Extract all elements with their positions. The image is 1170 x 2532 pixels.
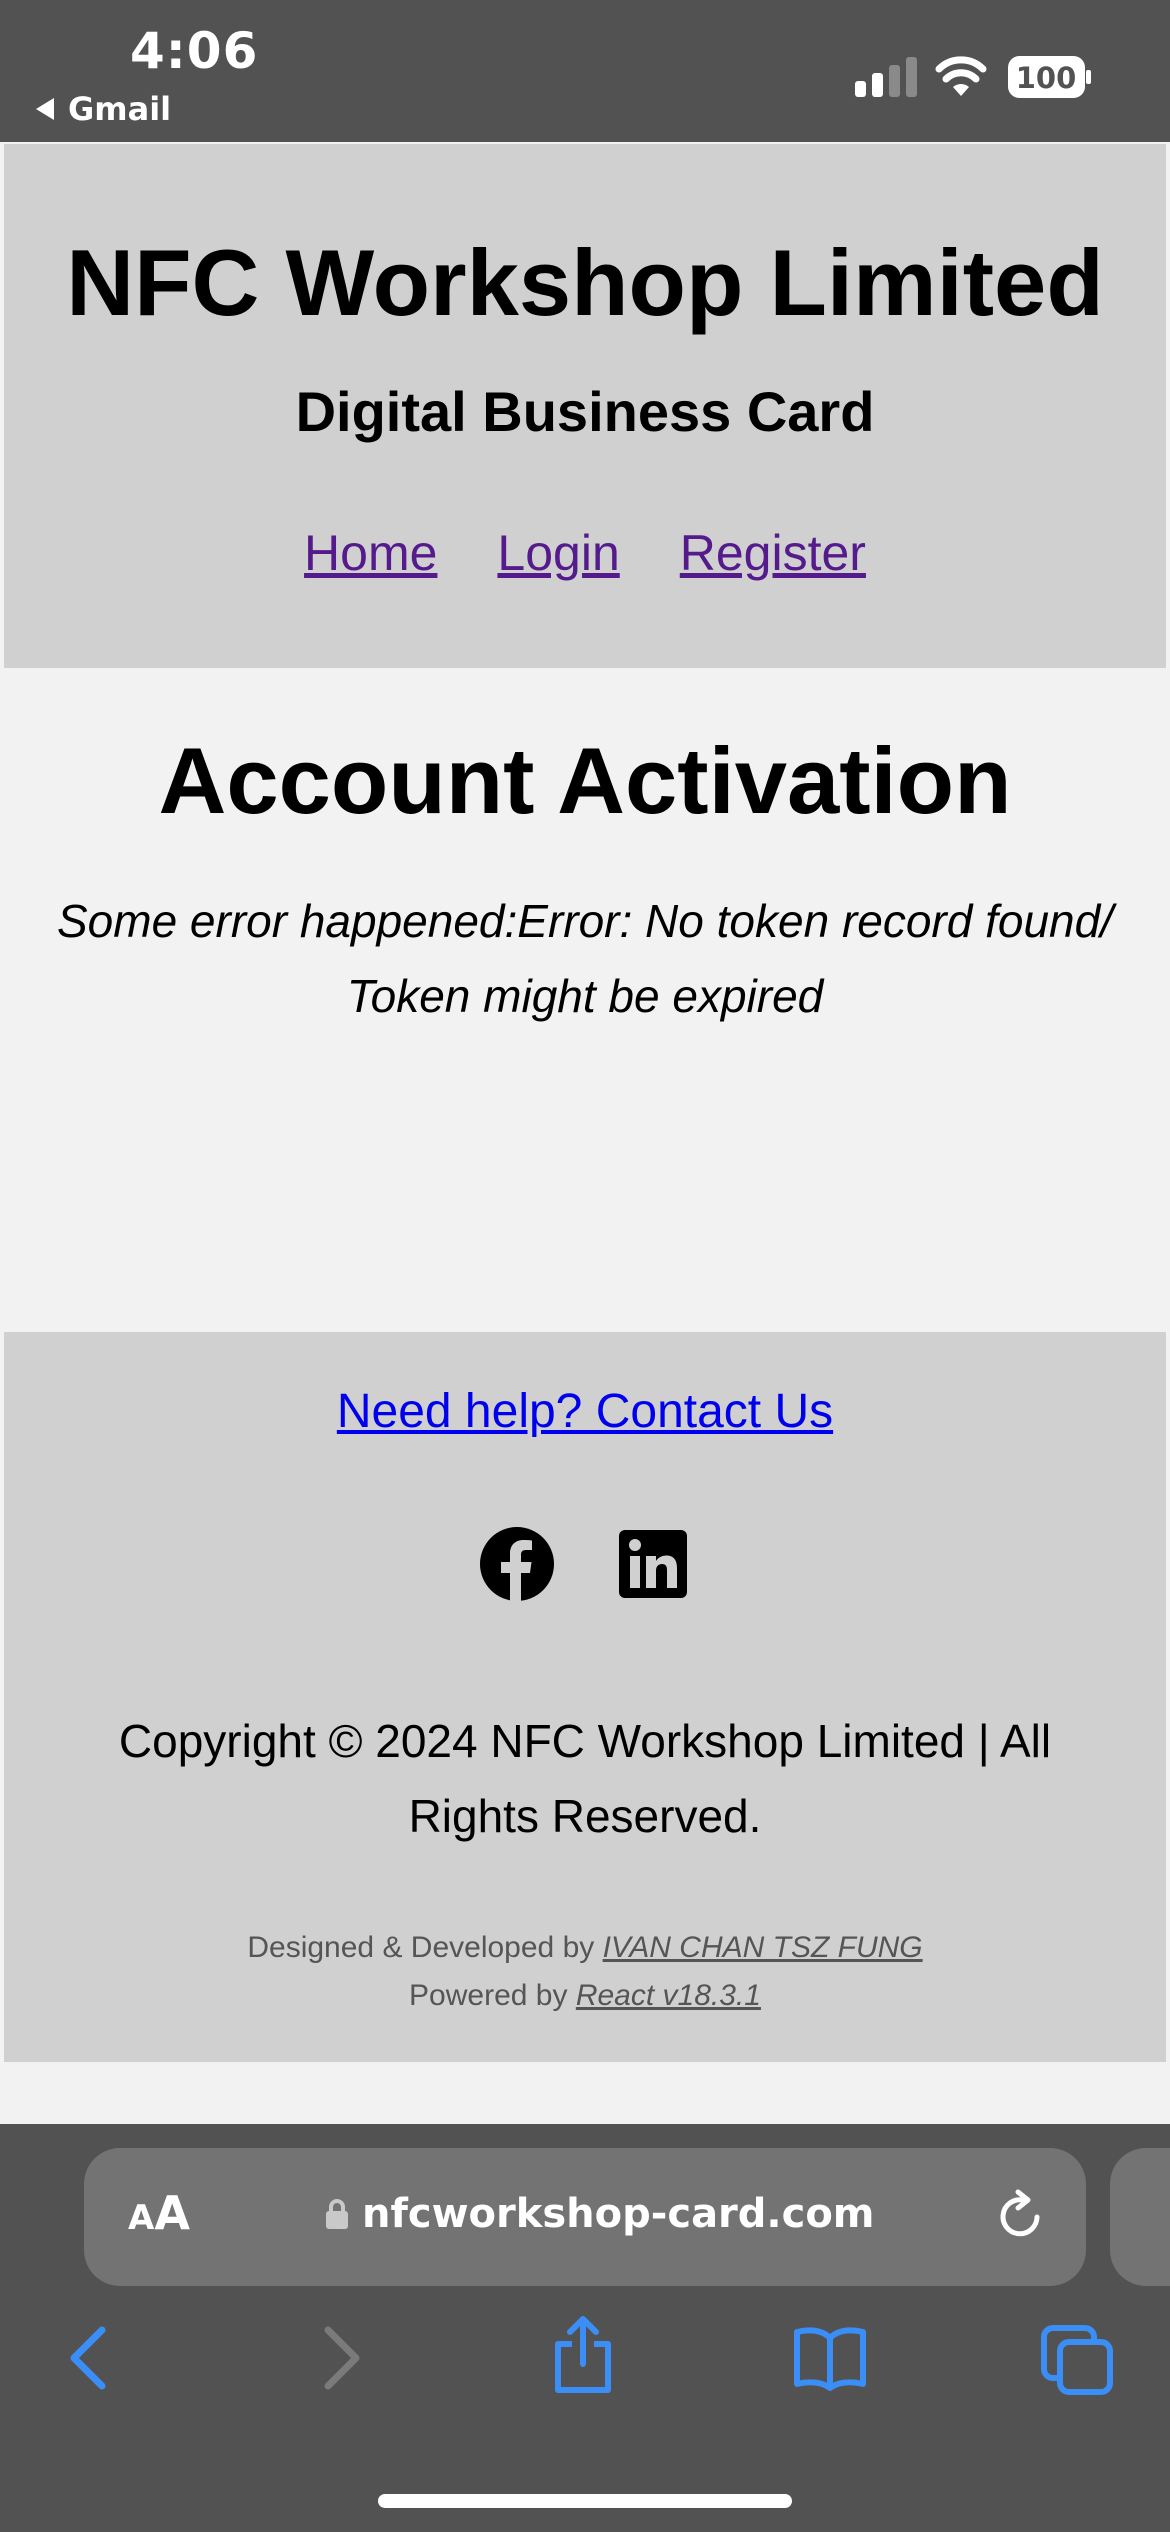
powered-by-line: Powered by React v18.3.1 [4,1972,1166,2020]
credits: Designed & Developed by IVAN CHAN TSZ FU… [4,1924,1166,2020]
url-display[interactable]: nfcworkshop-card.com [326,2194,874,2234]
tabs-icon[interactable] [1040,2324,1116,2396]
error-message: Some error happened:Error: No token reco… [56,895,1114,1022]
designed-by-line: Designed & Developed by IVAN CHAN TSZ FU… [4,1924,1166,1972]
text-size-button[interactable]: AA [128,2190,190,2236]
wifi-icon [935,56,987,96]
address-bar[interactable]: AA nfcworkshop-card.com [84,2148,1086,2286]
site-subtitle: Digital Business Card [295,380,875,443]
share-icon[interactable] [550,2314,616,2394]
help-link-container: Need help? Contact Us [4,1388,1166,1436]
site-footer: Need help? Contact Us Copyright © 2024 N… [4,1332,1166,2062]
social-links [4,1526,1166,1602]
designed-by-label: Designed & Developed by [247,1931,595,1964]
battery-level: 100 [1016,61,1077,95]
nav-home-link[interactable]: Home [304,528,437,578]
main-content: Account Activation Some error happened:E… [0,668,1170,1332]
back-app-label: Gmail [68,90,172,128]
react-version-link[interactable]: React v18.3.1 [576,1979,761,2012]
status-time: 4:06 [130,22,259,80]
status-bar: 4:06 Gmail 100 [0,0,1170,142]
forward-icon [324,2326,360,2390]
home-indicator[interactable] [378,2494,792,2508]
designer-link[interactable]: IVAN CHAN TSZ FUNG [603,1931,923,1964]
main-nav: Home Login Register [4,528,1166,578]
browser-chrome: AA nfcworkshop-card.com [0,2124,1170,2532]
contact-us-link[interactable]: Need help? Contact Us [337,1385,833,1438]
site-header: NFC Workshop Limited Digital Business Ca… [4,144,1166,668]
powered-by-label: Powered by [409,1979,568,2012]
nav-register-link[interactable]: Register [680,528,866,578]
url-text: nfcworkshop-card.com [362,2191,875,2237]
linkedin-icon[interactable] [615,1526,691,1602]
copyright-text: Copyright © 2024 NFC Workshop Limited | … [118,1715,1052,1842]
page-title: Account Activation [158,728,1012,833]
battery-icon: 100 [1008,56,1091,98]
lock-icon [326,2199,348,2229]
next-tab-preview[interactable] [1110,2148,1170,2286]
facebook-icon[interactable] [479,1526,555,1602]
bookmarks-icon[interactable] [792,2324,868,2392]
cellular-signal-icon [855,57,917,97]
reload-icon[interactable] [992,2188,1048,2244]
nav-login-link[interactable]: Login [497,528,619,578]
back-to-app-button[interactable]: Gmail [36,90,171,128]
back-triangle-icon [36,98,54,120]
back-icon[interactable] [62,2324,114,2392]
site-title: NFC Workshop Limited [66,230,1104,335]
